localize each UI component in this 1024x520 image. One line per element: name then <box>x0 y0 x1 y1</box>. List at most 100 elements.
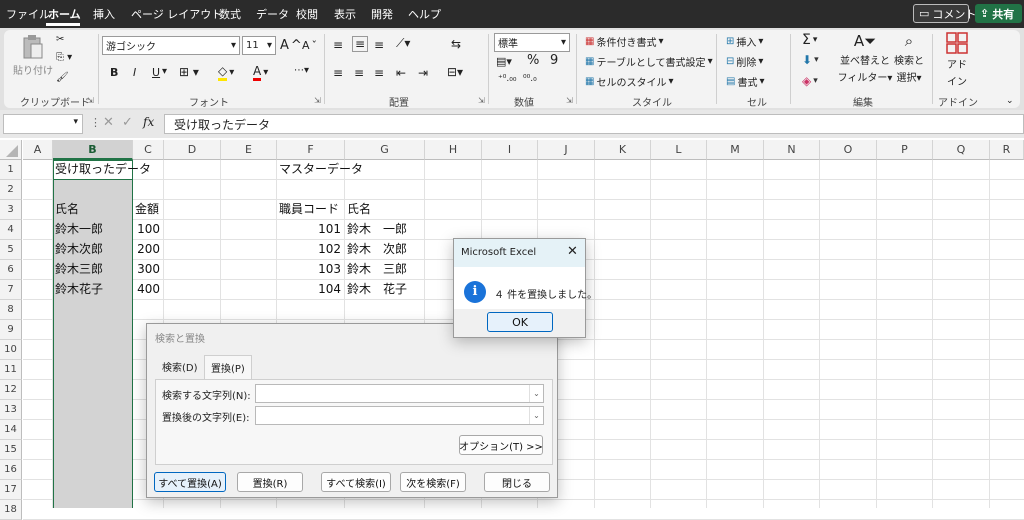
column-header-a[interactable]: A <box>23 140 53 160</box>
cell-b1[interactable]: 受け取ったデータ <box>55 160 151 179</box>
tab-find[interactable]: 検索(D) <box>162 359 198 374</box>
merge-center-icon[interactable]: ⊟▾ <box>447 65 463 79</box>
close-button[interactable]: 閉じる <box>484 472 550 492</box>
column-header-p[interactable]: P <box>877 140 933 160</box>
tab-developer[interactable]: 開発 <box>371 6 393 22</box>
cell-g4[interactable]: 鈴木 一郎 <box>347 220 407 239</box>
cell-f1[interactable]: マスターデータ <box>279 160 363 179</box>
cell-b4[interactable]: 鈴木一郎 <box>55 220 103 239</box>
cell-g3[interactable]: 氏名 <box>347 200 371 219</box>
row-header-10[interactable]: 10 <box>0 340 22 360</box>
cell-c3[interactable]: 金額 <box>135 200 159 219</box>
decrease-decimal-icon[interactable]: ⁰⁰.₀ <box>523 74 537 84</box>
cell-c4[interactable]: 100 <box>133 220 160 239</box>
chevron-down-icon[interactable]: ⌄ <box>529 385 543 402</box>
align-left-icon[interactable]: ≡ <box>333 66 343 80</box>
row-header-1[interactable]: 1 <box>0 160 22 180</box>
increase-indent-icon[interactable]: ⇥ <box>418 66 428 80</box>
underline-button[interactable]: U <box>152 66 160 79</box>
cell-b5[interactable]: 鈴木次郎 <box>55 240 103 259</box>
column-header-q[interactable]: Q <box>933 140 990 160</box>
cell-g7[interactable]: 鈴木 花子 <box>347 280 407 299</box>
cell-c6[interactable]: 300 <box>133 260 160 279</box>
insert-cells-button[interactable]: ⊞ 挿入 ▾ <box>726 34 763 49</box>
row-header-3[interactable]: 3 <box>0 200 22 220</box>
row-header-17[interactable]: 17 <box>0 480 22 500</box>
sort-filter-button[interactable]: A⏷ 並べ替えと フィルター▾ <box>838 32 893 84</box>
copy-icon[interactable]: ⎘ ▾ <box>56 52 72 63</box>
cell-f3[interactable]: 職員コード <box>279 200 339 219</box>
format-as-table-button[interactable]: ▦ テーブルとして書式設定 ▾ <box>585 54 713 69</box>
format-painter-icon[interactable]: 🖌 <box>56 72 69 83</box>
decrease-indent-icon[interactable]: ⇤ <box>396 66 406 80</box>
column-header-i[interactable]: I <box>482 140 538 160</box>
column-header-g[interactable]: G <box>345 140 425 160</box>
column-header-c[interactable]: C <box>133 140 164 160</box>
bold-button[interactable]: B <box>110 66 118 79</box>
format-cells-button[interactable]: ▤ 書式 ▾ <box>726 74 764 89</box>
cell-styles-button[interactable]: ▦ セルのスタイル ▾ <box>585 74 673 89</box>
number-format-select[interactable]: 標準 ▾ <box>494 33 570 52</box>
tab-review[interactable]: 校閲 <box>296 6 318 22</box>
conditional-format-button[interactable]: ▦ 条件付き書式 ▾ <box>585 34 663 49</box>
row-header-4[interactable]: 4 <box>0 220 22 240</box>
ok-button[interactable]: OK <box>487 312 553 332</box>
increase-decimal-icon[interactable]: ⁺⁰.₀₀ <box>498 74 516 84</box>
collapse-ribbon-icon[interactable]: ⌄ <box>1006 96 1014 106</box>
cell-f6[interactable]: 103 <box>277 260 341 279</box>
fill-color-icon[interactable]: ◇ ▾ <box>218 64 234 81</box>
comment-button[interactable]: ▭ コメント <box>913 4 976 23</box>
align-top-icon[interactable]: ≡ <box>333 38 343 52</box>
column-header-j[interactable]: J <box>538 140 595 160</box>
accounting-format-icon[interactable]: ▤▾ <box>496 55 512 68</box>
alignment-launcher-icon[interactable]: ⇲ <box>478 96 485 105</box>
column-header-o[interactable]: O <box>820 140 877 160</box>
share-button[interactable]: ⇪ 共有 <box>975 4 1022 23</box>
cell-b3[interactable]: 氏名 <box>55 200 79 219</box>
tab-data[interactable]: データ <box>256 6 289 22</box>
italic-button[interactable]: I <box>133 66 136 79</box>
cell-f4[interactable]: 101 <box>277 220 341 239</box>
wrap-text-icon[interactable]: ⇆ <box>451 37 461 51</box>
column-header-l[interactable]: L <box>651 140 707 160</box>
insert-function-button[interactable]: fx <box>143 115 154 129</box>
comma-style-icon[interactable]: 9 <box>550 53 558 68</box>
find-what-input[interactable]: ⌄ <box>255 384 544 403</box>
row-header-9[interactable]: 9 <box>0 320 22 340</box>
clear-icon[interactable]: ◈ ▾ <box>802 74 818 88</box>
tab-help[interactable]: ヘルプ <box>408 6 441 22</box>
row-header-8[interactable]: 8 <box>0 300 22 320</box>
close-icon[interactable]: ✕ <box>567 244 578 259</box>
cancel-icon[interactable]: ✕ <box>103 115 114 130</box>
column-header-e[interactable]: E <box>221 140 277 160</box>
cell-f5[interactable]: 102 <box>277 240 341 259</box>
cell-g5[interactable]: 鈴木 次郎 <box>347 240 407 259</box>
align-middle-icon[interactable]: ≡ <box>352 36 369 52</box>
enter-icon[interactable]: ✓ <box>122 115 133 130</box>
row-header-15[interactable]: 15 <box>0 440 22 460</box>
chevron-down-icon[interactable]: ▾ <box>162 66 167 77</box>
font-size-select[interactable]: 11 ▾ <box>242 36 276 55</box>
row-header-11[interactable]: 11 <box>0 360 22 380</box>
orientation-icon[interactable]: ⟋▾ <box>396 36 410 51</box>
options-button[interactable]: オプション(T) >> <box>459 435 543 455</box>
delete-cells-button[interactable]: ⊟ 削除 ▾ <box>726 54 763 69</box>
row-header-2[interactable]: 2 <box>0 180 22 200</box>
find-all-button[interactable]: すべて検索(I) <box>321 472 391 492</box>
row-header-5[interactable]: 5 <box>0 240 22 260</box>
column-header-n[interactable]: N <box>764 140 820 160</box>
cell-c5[interactable]: 200 <box>133 240 160 259</box>
font-color-icon[interactable]: A ▾ <box>253 64 268 81</box>
grow-font-button[interactable]: A ^ <box>280 38 302 53</box>
paste-button[interactable]: 貼り付け <box>13 34 53 77</box>
column-header-r[interactable]: R <box>990 140 1024 160</box>
addins-button[interactable]: アド イン <box>942 32 972 88</box>
row-header-16[interactable]: 16 <box>0 460 22 480</box>
column-header-d[interactable]: D <box>164 140 221 160</box>
column-header-b[interactable]: B <box>53 140 133 160</box>
percent-icon[interactable]: % <box>527 53 539 68</box>
borders-icon[interactable]: ⊞ ▾ <box>179 65 199 79</box>
tab-home[interactable]: ホーム <box>48 6 81 22</box>
cell-c7[interactable]: 400 <box>133 280 160 299</box>
chevron-down-icon[interactable]: ⌄ <box>529 407 543 424</box>
